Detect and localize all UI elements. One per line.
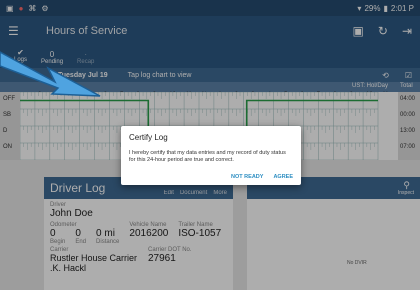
dialog-message: I hereby certify that my data entries an… xyxy=(129,150,286,163)
agree-button[interactable]: AGREE xyxy=(273,174,293,180)
pointer-arrow-icon xyxy=(0,51,101,97)
dialog-title: Certify Log xyxy=(129,133,168,142)
certify-dialog: Certify Log I hereby certify that my dat… xyxy=(121,126,301,185)
not-ready-button[interactable]: NOT READY xyxy=(231,174,263,180)
app-root: { "status_bar": {"left_icons": ["image-i… xyxy=(0,0,420,290)
